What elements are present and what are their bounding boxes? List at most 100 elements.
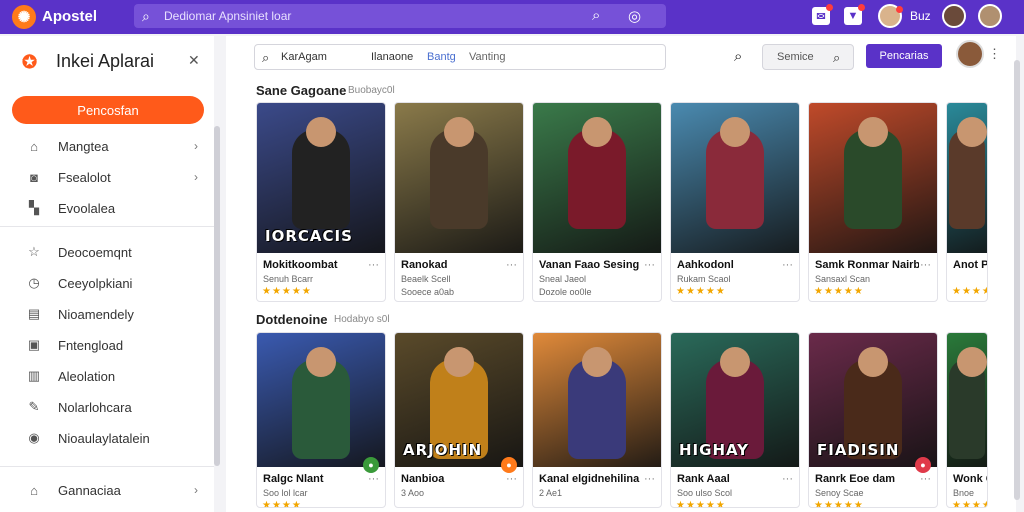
- more-options-icon[interactable]: ···: [782, 473, 793, 485]
- game-title[interactable]: Mokitkoombat: [263, 259, 367, 271]
- chart-icon: ▚: [29, 200, 39, 215]
- more-options-icon[interactable]: ···: [644, 259, 655, 271]
- more-options-icon[interactable]: ···: [920, 473, 931, 485]
- app-logo-icon[interactable]: ✺: [12, 5, 36, 29]
- more-options-icon[interactable]: ···: [506, 473, 517, 485]
- game-card[interactable]: IORCACIS Mokitkoombat ··· Senuh Bcarr ★★★★★: [256, 102, 386, 302]
- more-icon[interactable]: ⋮: [988, 46, 1001, 62]
- library-icon: ▥: [27, 368, 41, 383]
- game-cover-art[interactable]: [395, 103, 523, 253]
- game-cover-art[interactable]: IORCACIS: [257, 103, 385, 253]
- game-title[interactable]: Kanal elgidnehilina: [539, 473, 643, 485]
- close-icon[interactable]: ✕: [188, 52, 200, 69]
- game-card[interactable]: Anot Pa ★★★★: [946, 102, 988, 302]
- game-title[interactable]: Ralgc Nlant: [263, 473, 367, 485]
- game-cover-art[interactable]: ●: [257, 333, 385, 473]
- game-cover-title: IORCACIS: [265, 227, 353, 245]
- content-search-input[interactable]: ⌕ KarAgam Ilanaone Bantg Vanting: [254, 44, 666, 70]
- sidebar-item-label: Mangtea: [58, 138, 109, 154]
- sidebar-primary-button[interactable]: Pencosfan: [12, 96, 204, 124]
- sidebar-item-9[interactable]: ✎ Nolarlohcara: [26, 397, 206, 417]
- sidebar-item-label: Deocoemqnt: [58, 244, 132, 260]
- sidebar-item-3[interactable]: ▚ Evoolalea: [26, 198, 206, 218]
- game-title[interactable]: Nanbioa: [401, 473, 505, 485]
- main-scrollbar[interactable]: [1014, 60, 1020, 500]
- game-title[interactable]: Anot Pa: [953, 259, 987, 271]
- game-card[interactable]: Wonk C Bnoe ★★★★: [946, 332, 988, 508]
- sidebar-item-7[interactable]: ▣ Fntengload: [26, 335, 206, 355]
- game-title[interactable]: Ranokad: [401, 259, 505, 271]
- more-options-icon[interactable]: ···: [506, 259, 517, 271]
- search-token: Ilanaone: [371, 51, 414, 63]
- more-options-icon[interactable]: ···: [920, 259, 931, 271]
- user-label[interactable]: Buz: [910, 9, 931, 23]
- game-cover-art[interactable]: [947, 103, 987, 253]
- chevron-right-icon: ›: [194, 139, 198, 153]
- game-card[interactable]: Kanal elgidnehilina ··· 2 Ae1: [532, 332, 662, 508]
- game-card[interactable]: HIGHAY Rank Aaal ··· Soo ulso Scol ★★★★★: [670, 332, 800, 508]
- chevron-right-icon: ›: [194, 483, 198, 497]
- filter-input[interactable]: Semice ⌕: [762, 44, 854, 70]
- top-bar: ✺ Apostel ⌕ Dediomar Apnsiniet loar ⌕ ◎ …: [0, 0, 1024, 34]
- game-cover-art[interactable]: [533, 103, 661, 253]
- character-head: [582, 117, 612, 147]
- game-card[interactable]: ARJOHIN ● Nanbioa ··· 3 Aoo: [394, 332, 524, 508]
- friend-badge: [896, 6, 903, 13]
- more-options-icon[interactable]: ···: [644, 473, 655, 485]
- sidebar-item-10[interactable]: ◉ Nioaulaylatalein: [26, 428, 206, 448]
- game-card[interactable]: Vanan Faao Sesing ··· Sneal Jaeol Dozole oo…: [532, 102, 662, 302]
- character-head: [720, 347, 750, 377]
- game-card[interactable]: Ranokad ··· Beaelk Scell Sooece a0ab: [394, 102, 524, 302]
- sidebar-item-2[interactable]: ◙ Fsealolot ›: [26, 167, 206, 187]
- user-avatar[interactable]: [942, 4, 966, 28]
- action-button[interactable]: Pencarias: [866, 44, 942, 68]
- more-options-icon[interactable]: ···: [368, 259, 379, 271]
- game-cover-art[interactable]: HIGHAY: [671, 333, 799, 467]
- rating-stars: ★★★★: [262, 500, 302, 508]
- game-title[interactable]: Rank Aaal: [677, 473, 781, 485]
- game-cover-art[interactable]: [809, 103, 937, 253]
- game-card[interactable]: Samk Ronmar Nairb ··· Sansaxl Scan ★★★★★: [808, 102, 938, 302]
- search-icon: ⌕: [262, 50, 270, 65]
- game-cover-art[interactable]: [947, 333, 987, 467]
- sidebar-item-8[interactable]: ▥ Aleolation: [26, 366, 206, 386]
- profile-avatar[interactable]: [978, 4, 1002, 28]
- rating-stars: ★★★★★: [676, 500, 726, 508]
- game-card[interactable]: FIADISIN ● Ranrk Eoe dam ··· Senoy Scae ★★★★★: [808, 332, 938, 508]
- voice-search-icon[interactable]: ◎: [628, 7, 641, 25]
- game-title[interactable]: Samk Ronmar Nairb: [815, 259, 919, 271]
- search-icon: ⌕: [142, 8, 150, 24]
- game-cover-art[interactable]: ARJOHIN ●: [395, 333, 523, 473]
- more-options-icon[interactable]: ···: [782, 259, 793, 271]
- game-meta: Senoy Scae: [815, 488, 864, 498]
- magnifier-icon[interactable]: ⌕: [592, 7, 600, 24]
- filter-label: Semice: [777, 51, 814, 63]
- game-cover-art[interactable]: [671, 103, 799, 253]
- game-title[interactable]: Wonk C: [953, 473, 987, 485]
- game-cover-art[interactable]: FIADISIN ●: [809, 333, 937, 473]
- more-options-icon[interactable]: ···: [368, 473, 379, 485]
- app-title: Apostel: [42, 8, 98, 25]
- content-avatar[interactable]: [956, 40, 984, 68]
- sidebar-item-4[interactable]: ☆ Deocoemqnt: [26, 242, 206, 262]
- search-icon[interactable]: ⌕: [734, 48, 742, 65]
- sidebar: ✪ Inkei Aplarai ✕ Pencosfan ⌂ Mangtea › …: [0, 36, 214, 512]
- game-card[interactable]: Aahkodonl ··· Rukam Scaol ★★★★★: [670, 102, 800, 302]
- game-title[interactable]: Aahkodonl: [677, 259, 781, 271]
- rating-stars: ★★★★: [952, 500, 988, 508]
- sidebar-item-bottom[interactable]: ⌂ Gannaciaa ›: [26, 480, 206, 500]
- game-title[interactable]: Ranrk Eoe dam: [815, 473, 919, 485]
- global-search-text[interactable]: Dediomar Apnsiniet loar: [164, 9, 291, 23]
- game-card[interactable]: ● Ralgc Nlant ··· Soo lol lcar ★★★★: [256, 332, 386, 508]
- sidebar-scrollbar[interactable]: [214, 126, 220, 466]
- global-search-bar[interactable]: ⌕ Dediomar Apnsiniet loar ⌕ ◎: [134, 4, 666, 28]
- game-cover-art[interactable]: [533, 333, 661, 467]
- game-title[interactable]: Vanan Faao Sesing: [539, 259, 643, 271]
- search-token[interactable]: Bantg: [427, 51, 456, 63]
- sidebar-item-6[interactable]: ▤ Nioamendely: [26, 304, 206, 324]
- sidebar-item-1[interactable]: ⌂ Mangtea ›: [26, 136, 206, 156]
- game-meta: Sansaxl Scan: [815, 274, 871, 284]
- game-cover-title: ARJOHIN: [403, 441, 483, 459]
- sidebar-item-5[interactable]: ◷ Ceeyolpkiani: [26, 273, 206, 293]
- search-icon: ⌕: [833, 50, 841, 65]
